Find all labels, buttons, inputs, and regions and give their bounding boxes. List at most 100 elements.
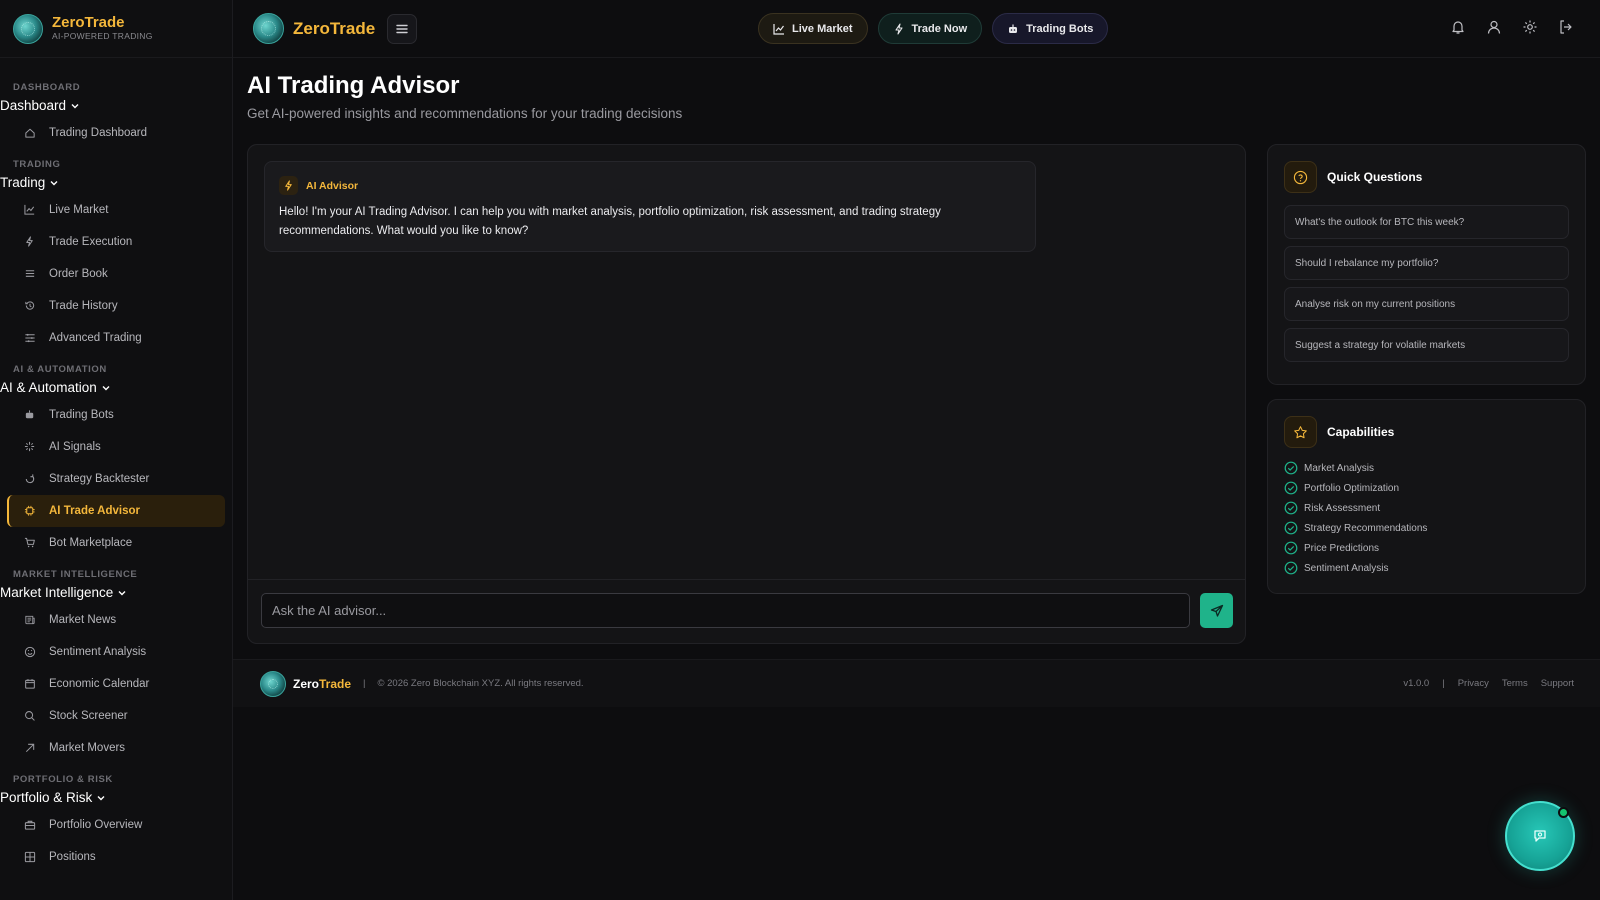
nav-section-toggle-label: Market Intelligence bbox=[0, 585, 114, 600]
quick-question-button[interactable]: What's the outlook for BTC this week? bbox=[1284, 205, 1569, 239]
sidebar-item-label: Trading Dashboard bbox=[49, 127, 148, 139]
quick-question-button[interactable]: Analyse risk on my current positions bbox=[1284, 287, 1569, 321]
quick-nav-pills: Live Market Trade Now Trading Bots bbox=[758, 13, 1109, 44]
sidebar-item-trade-history[interactable]: Trade History bbox=[0, 290, 225, 322]
list-icon bbox=[25, 270, 35, 277]
topbar-brand[interactable]: ZeroTrade bbox=[253, 13, 375, 44]
chat-input[interactable] bbox=[261, 593, 1190, 628]
menu-toggle-button[interactable] bbox=[387, 13, 418, 44]
nav-section-label: DASHBOARD bbox=[13, 82, 81, 93]
brand-tagline: AI-POWERED TRADING bbox=[52, 31, 153, 41]
sidebar-item-label: Trading Bots bbox=[49, 409, 114, 421]
nav-section-toggle-label: Portfolio & Risk bbox=[0, 790, 93, 805]
cart-icon bbox=[24, 537, 35, 548]
check-circle-icon bbox=[1284, 481, 1298, 495]
online-status-dot bbox=[1558, 807, 1569, 818]
arrow-up-right-icon bbox=[25, 743, 35, 753]
capability-item: Sentiment Analysis bbox=[1284, 558, 1569, 578]
capabilities-title: Capabilities bbox=[1327, 425, 1395, 439]
sidebar-item-trade-execution[interactable]: Trade Execution bbox=[0, 226, 225, 258]
sidebar-item-advanced-trading[interactable]: Advanced Trading bbox=[0, 322, 225, 354]
sidebar-item-market-movers[interactable]: Market Movers bbox=[0, 732, 225, 764]
sidebar-item-strategy-backtester[interactable]: Strategy Backtester bbox=[0, 463, 225, 495]
sidebar-item-label: Trade History bbox=[49, 300, 118, 312]
nav-group: TRADING Trading Live Market Trade Execution… bbox=[0, 159, 232, 354]
sidebar-item-stock-screener[interactable]: Stock Screener bbox=[0, 700, 225, 732]
nav-section-toggle-label: Dashboard bbox=[0, 98, 67, 113]
chevron-down-icon bbox=[71, 103, 79, 108]
nav-section-toggle[interactable]: Trading bbox=[0, 170, 232, 194]
sidebar-item-trading-dashboard[interactable]: Trading Dashboard bbox=[0, 117, 225, 149]
check-circle-icon bbox=[1284, 541, 1298, 555]
sidebar-item-portfolio-overview[interactable]: Portfolio Overview bbox=[0, 809, 225, 841]
capability-label: Sentiment Analysis bbox=[1304, 562, 1389, 574]
history-icon bbox=[25, 301, 35, 310]
gear-icon[interactable] bbox=[1522, 19, 1538, 35]
trade-now-pill[interactable]: Trade Now bbox=[877, 13, 983, 44]
briefcase-icon bbox=[24, 820, 36, 830]
chat-panel: AI Advisor Hello! I'm your AI Trading Ad… bbox=[247, 144, 1246, 644]
capability-item: Risk Assessment bbox=[1284, 498, 1569, 518]
sidebar-brand[interactable]: ZeroTrade AI-POWERED TRADING bbox=[0, 0, 232, 58]
quick-question-button[interactable]: Should I rebalance my portfolio? bbox=[1284, 246, 1569, 280]
sparkles-icon bbox=[24, 441, 35, 452]
sidebar-item-order-book[interactable]: Order Book bbox=[0, 258, 225, 290]
smile-icon bbox=[24, 646, 36, 658]
nav-section-toggle[interactable]: Market Intelligence bbox=[0, 580, 232, 604]
send-button[interactable] bbox=[1200, 593, 1233, 628]
sidebar-nav: DASHBOARD Dashboard Trading Dashboard TRADI… bbox=[0, 58, 232, 873]
footer-separator: | bbox=[1442, 678, 1445, 689]
footer-link-privacy[interactable]: Privacy bbox=[1458, 678, 1489, 689]
sidebar-item-label: Portfolio Overview bbox=[49, 819, 143, 831]
help-circle-icon bbox=[1284, 161, 1317, 193]
page-title: AI Trading Advisor bbox=[247, 72, 460, 99]
sidebar-item-positions[interactable]: Positions bbox=[0, 841, 225, 873]
sidebar-item-label: Bot Marketplace bbox=[49, 537, 133, 549]
nav-section-toggle[interactable]: Portfolio & Risk bbox=[0, 785, 232, 809]
capability-label: Portfolio Optimization bbox=[1304, 482, 1400, 494]
bot-icon bbox=[1009, 24, 1018, 33]
check-circle-icon bbox=[1284, 501, 1298, 515]
live-market-pill[interactable]: Live Market bbox=[758, 13, 868, 44]
nav-section-toggle[interactable]: Dashboard bbox=[0, 93, 232, 117]
chat-fab-button[interactable] bbox=[1505, 801, 1575, 871]
footer: ZeroTrade | © 2026 Zero Blockchain XYZ. … bbox=[233, 659, 1600, 707]
nav-group: MARKET INTELLIGENCE Market Intelligence Ma… bbox=[0, 569, 232, 764]
footer-link-terms[interactable]: Terms bbox=[1502, 678, 1528, 689]
bell-icon[interactable] bbox=[1450, 19, 1466, 35]
sidebar-item-bot-marketplace[interactable]: Bot Marketplace bbox=[0, 527, 225, 559]
sidebar-item-ai-signals[interactable]: AI Signals bbox=[0, 431, 225, 463]
nav-section-toggle[interactable]: AI & Automation bbox=[0, 375, 232, 399]
user-icon[interactable] bbox=[1486, 19, 1502, 35]
bolt-icon bbox=[279, 176, 298, 195]
footer-separator: | bbox=[363, 678, 366, 689]
logout-icon[interactable] bbox=[1558, 19, 1574, 35]
sidebar-item-ai-trade-advisor[interactable]: AI Trade Advisor bbox=[7, 495, 225, 527]
quick-questions-card: Quick Questions What's the outlook for B… bbox=[1267, 144, 1586, 385]
sidebar-item-live-market[interactable]: Live Market bbox=[0, 194, 225, 226]
quick-questions-list: What's the outlook for BTC this week? Sho… bbox=[1268, 193, 1585, 362]
check-circle-icon bbox=[1284, 461, 1298, 475]
sidebar-item-economic-calendar[interactable]: Economic Calendar bbox=[0, 668, 225, 700]
sidebar-item-market-news[interactable]: Market News bbox=[0, 604, 225, 636]
footer-link-support[interactable]: Support bbox=[1541, 678, 1574, 689]
sidebar-item-sentiment-analysis[interactable]: Sentiment Analysis bbox=[0, 636, 225, 668]
main-content: AI Trading Advisor Get AI-powered insigh… bbox=[247, 58, 1600, 644]
capability-item: Price Predictions bbox=[1284, 538, 1569, 558]
sidebar-item-trading-bots[interactable]: Trading Bots bbox=[0, 399, 225, 431]
nav-section-label: AI & AUTOMATION bbox=[13, 364, 107, 375]
nav-section-label: PORTFOLIO & RISK bbox=[13, 774, 113, 785]
nav-section-label: TRADING bbox=[13, 159, 61, 170]
trading-bots-pill[interactable]: Trading Bots bbox=[992, 13, 1109, 44]
nav-group: AI & AUTOMATION AI & Automation Trading Bo… bbox=[0, 364, 232, 559]
capability-label: Strategy Recommendations bbox=[1304, 522, 1428, 534]
trading-bots-pill-label: Trading Bots bbox=[1026, 22, 1094, 35]
calendar-icon bbox=[25, 679, 35, 689]
chevron-down-icon bbox=[102, 385, 110, 390]
send-icon bbox=[1210, 604, 1223, 617]
live-market-pill-label: Live Market bbox=[792, 22, 853, 35]
chevron-down-icon bbox=[97, 795, 105, 800]
sliders-icon bbox=[25, 333, 35, 343]
quick-question-button[interactable]: Suggest a strategy for volatile markets bbox=[1284, 328, 1569, 362]
check-circle-icon bbox=[1284, 521, 1298, 535]
